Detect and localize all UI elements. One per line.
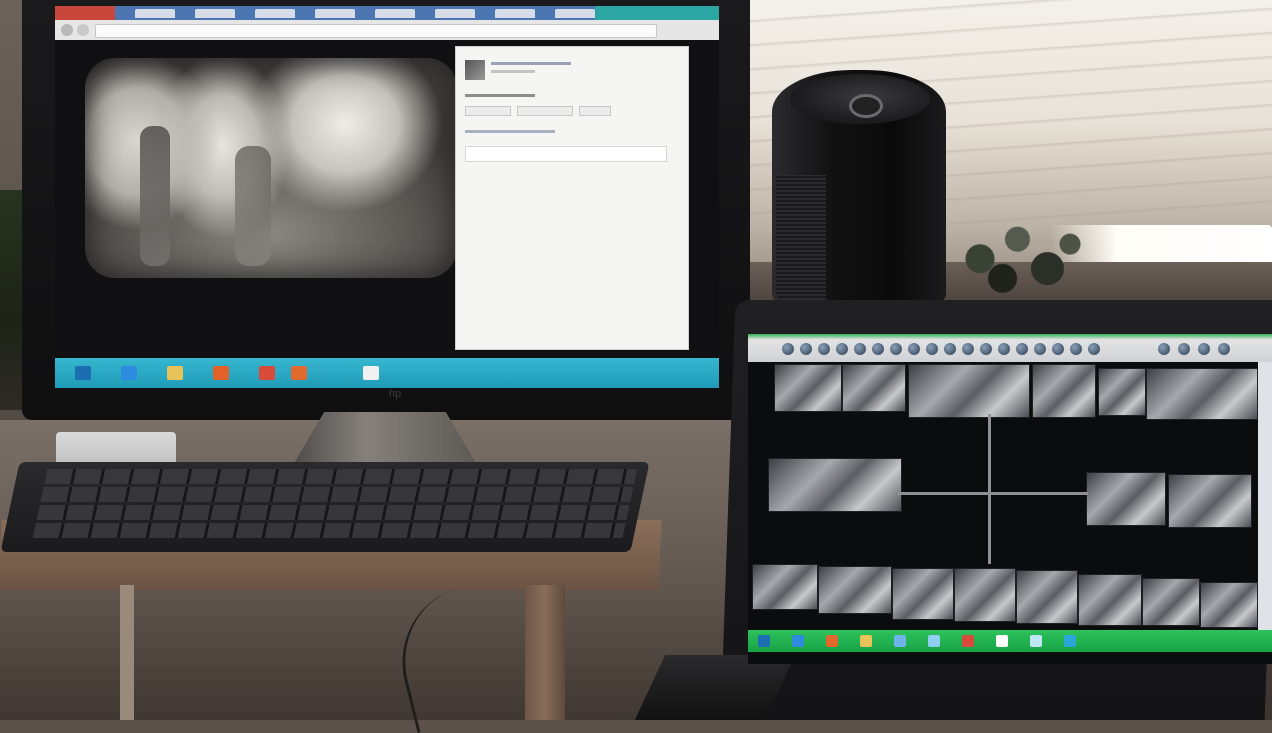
laptop-screen: [748, 334, 1272, 664]
plant: [950, 200, 1100, 298]
share-button[interactable]: [579, 106, 611, 116]
tool-icon[interactable]: [1158, 343, 1170, 355]
browser-tabstrip[interactable]: [55, 6, 719, 20]
desk-leg-left: [120, 585, 134, 720]
ie-icon[interactable]: [792, 635, 804, 647]
tool-icon[interactable]: [944, 343, 956, 355]
xray-root-canal: [140, 126, 170, 266]
xray-root: [235, 146, 271, 266]
xray-film[interactable]: [842, 364, 906, 412]
app-icon[interactable]: [1030, 635, 1042, 647]
avatar-icon[interactable]: [465, 60, 485, 80]
tool-icon[interactable]: [1034, 343, 1046, 355]
xray-film[interactable]: [1142, 578, 1200, 626]
xray-film[interactable]: [774, 364, 842, 412]
tool-icon[interactable]: [962, 343, 974, 355]
browser-tab[interactable]: [255, 9, 295, 18]
browser-tab[interactable]: [195, 9, 235, 18]
app-icon[interactable]: [928, 635, 940, 647]
xray-film[interactable]: [1200, 582, 1258, 628]
tool-icon[interactable]: [782, 343, 794, 355]
xray-film[interactable]: [1032, 364, 1096, 418]
xray-film[interactable]: [954, 568, 1016, 622]
xray-film[interactable]: [818, 566, 892, 614]
speaker-power-button-icon: [849, 94, 883, 118]
comment-input[interactable]: [465, 146, 667, 162]
tool-icon[interactable]: [890, 343, 902, 355]
post-text: [465, 94, 535, 97]
tool-icon[interactable]: [998, 343, 1010, 355]
tool-icon[interactable]: [1178, 343, 1190, 355]
xray-film[interactable]: [908, 364, 1030, 418]
xray-film[interactable]: [1078, 574, 1142, 626]
tool-icon[interactable]: [926, 343, 938, 355]
tool-icon[interactable]: [800, 343, 812, 355]
start-icon[interactable]: [75, 366, 91, 380]
firefox-icon[interactable]: [826, 635, 838, 647]
firefox-icon[interactable]: [213, 366, 229, 380]
tool-icon[interactable]: [1070, 343, 1082, 355]
xray-film[interactable]: [1098, 368, 1146, 416]
side-panel[interactable]: [1258, 362, 1272, 630]
browser-tab[interactable]: [555, 9, 595, 18]
layout-divider-horizontal: [898, 492, 1088, 495]
tool-icon[interactable]: [1218, 343, 1230, 355]
tool-icon[interactable]: [1088, 343, 1100, 355]
browser-tab[interactable]: [495, 9, 535, 18]
browser-tab[interactable]: [375, 9, 415, 18]
tool-icon[interactable]: [854, 343, 866, 355]
monitor-screen: [55, 6, 719, 388]
firefox-icon[interactable]: [291, 366, 307, 380]
keyboard-keys[interactable]: [32, 468, 638, 538]
window-icon[interactable]: [363, 366, 379, 380]
xray-film[interactable]: [768, 458, 902, 512]
xray-film[interactable]: [1146, 368, 1258, 420]
folder-icon[interactable]: [860, 635, 872, 647]
start-icon[interactable]: [758, 635, 770, 647]
back-icon[interactable]: [61, 24, 73, 36]
forward-icon[interactable]: [77, 24, 89, 36]
tool-icon[interactable]: [836, 343, 848, 355]
chrome-icon[interactable]: [259, 366, 275, 380]
folder-icon[interactable]: [167, 366, 183, 380]
likes-count[interactable]: [465, 130, 555, 133]
address-bar[interactable]: [95, 24, 657, 38]
like-button[interactable]: [465, 106, 511, 116]
speaker-grille: [776, 175, 826, 300]
taskbar: [55, 358, 719, 388]
xray-film[interactable]: [892, 568, 954, 620]
post-author[interactable]: [491, 62, 571, 65]
tool-icon[interactable]: [872, 343, 884, 355]
post-timestamp: [491, 70, 535, 73]
app-icon[interactable]: [1064, 635, 1076, 647]
tool-icon[interactable]: [1052, 343, 1064, 355]
xray-film[interactable]: [1086, 472, 1166, 526]
ie-icon[interactable]: [121, 366, 137, 380]
browser-tab[interactable]: [435, 9, 475, 18]
tool-icon[interactable]: [980, 343, 992, 355]
app-icon[interactable]: [894, 635, 906, 647]
xray-film[interactable]: [752, 564, 818, 610]
xray-film[interactable]: [1016, 570, 1078, 624]
browser-tab[interactable]: [315, 9, 355, 18]
imaging-toolbar: [748, 334, 1272, 362]
browser-tab[interactable]: [135, 9, 175, 18]
tool-icon[interactable]: [1016, 343, 1028, 355]
laptop-taskbar: [748, 630, 1272, 652]
chrome-icon[interactable]: [962, 635, 974, 647]
tool-icon[interactable]: [908, 343, 920, 355]
layout-divider-vertical: [988, 414, 991, 564]
tool-icon[interactable]: [1198, 343, 1210, 355]
xray-film[interactable]: [1168, 474, 1252, 528]
post-panel: [455, 46, 689, 350]
monitor-brand-logo: hp: [388, 388, 402, 400]
tool-icon[interactable]: [818, 343, 830, 355]
comment-button[interactable]: [517, 106, 573, 116]
app-icon[interactable]: [996, 635, 1008, 647]
